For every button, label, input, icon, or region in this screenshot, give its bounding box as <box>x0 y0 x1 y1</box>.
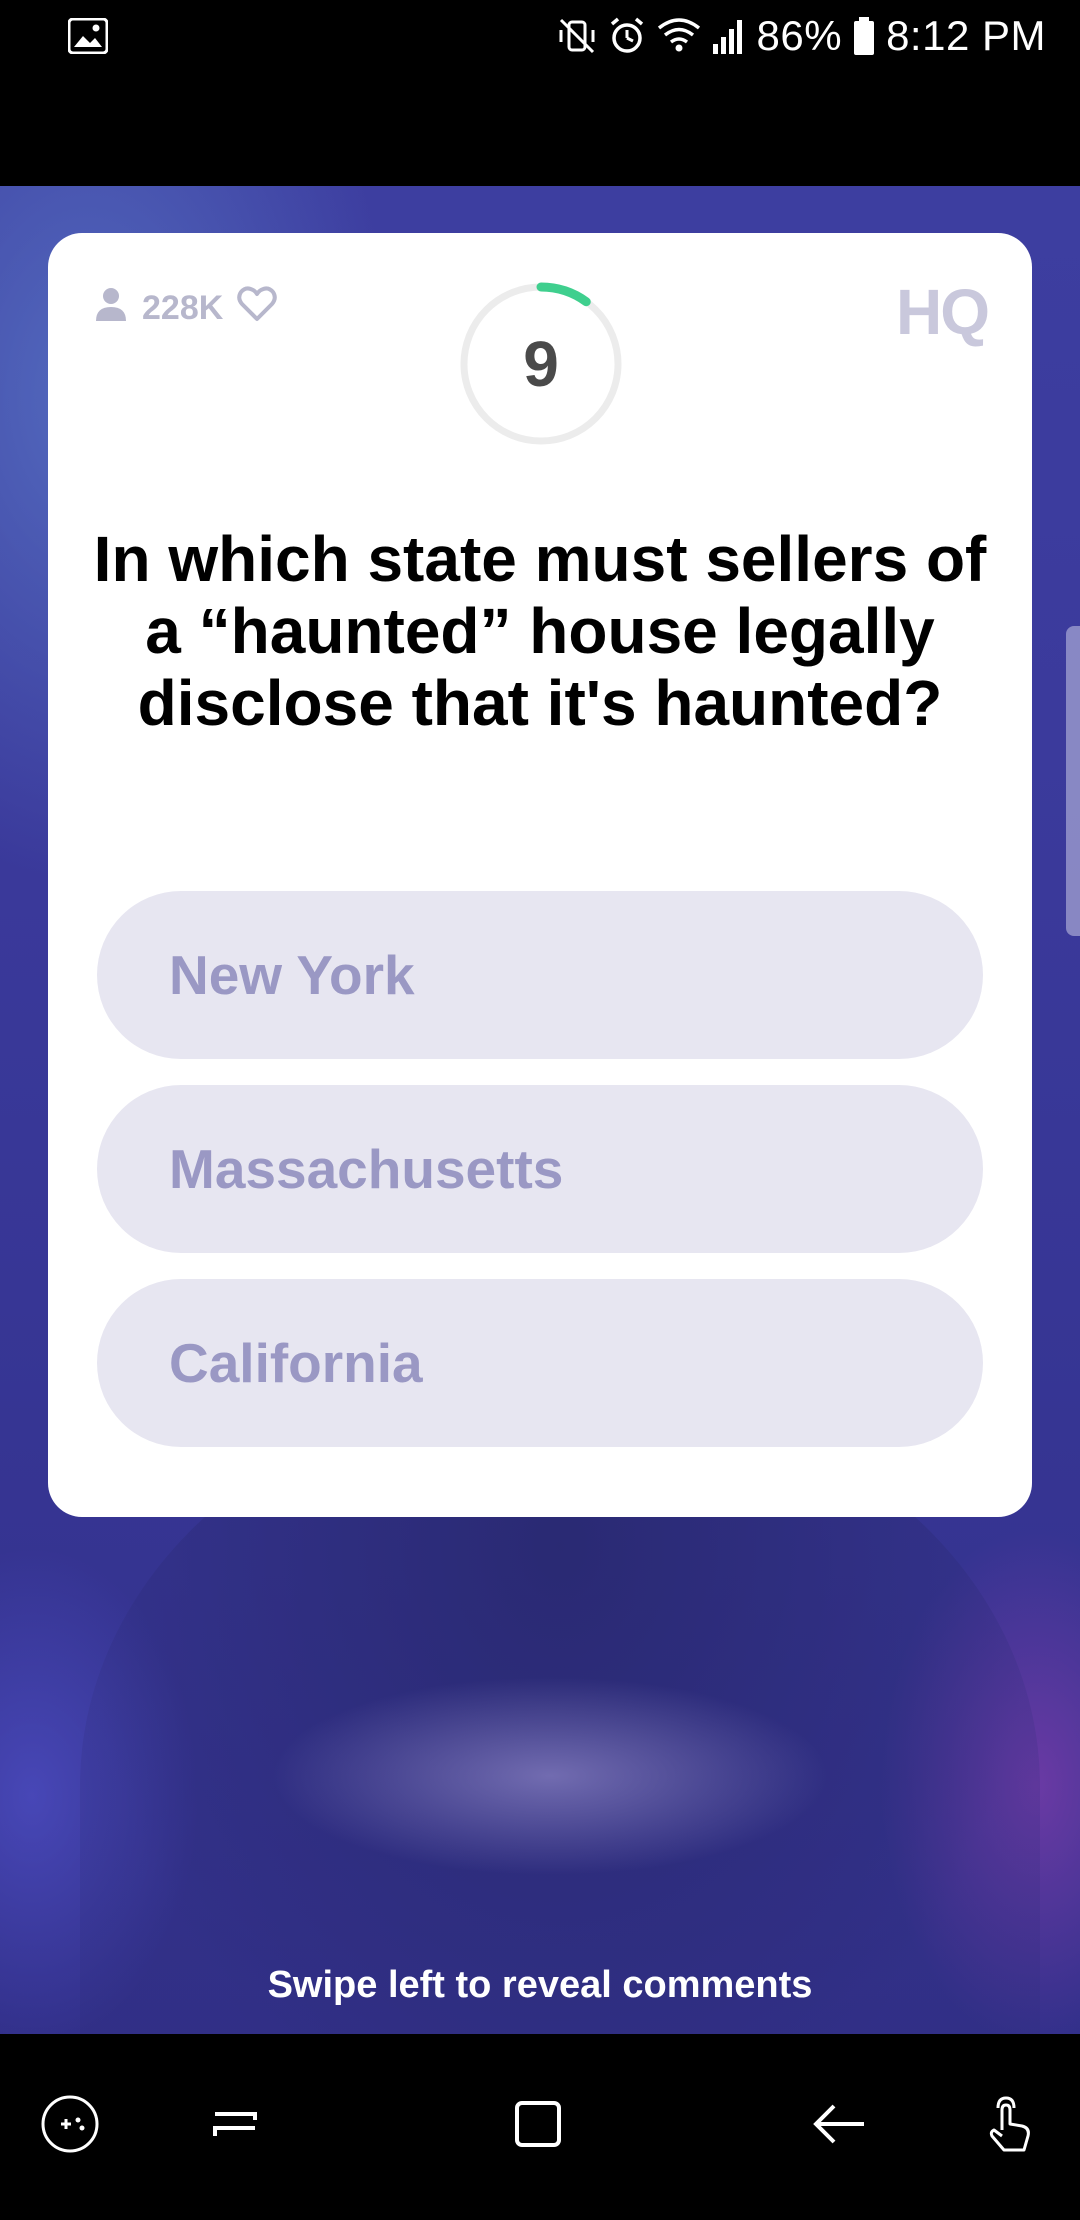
host-hands <box>270 1676 830 1876</box>
screen: 86% 8:12 PM 228K 9 HQ In which state mus… <box>0 0 1080 2220</box>
answer-list: New York Massachusetts California <box>97 891 983 1473</box>
vibrate-mute-icon <box>557 16 597 56</box>
answer-option-1[interactable]: New York <box>97 891 983 1059</box>
game-tools-icon[interactable] <box>30 2084 110 2164</box>
answer-option-3[interactable]: California <box>97 1279 983 1447</box>
touch-gesture-icon[interactable] <box>968 2084 1048 2164</box>
navigation-bar <box>0 2034 1080 2220</box>
question-card: 228K 9 HQ In which state must sellers of… <box>48 233 1032 1517</box>
question-text: In which state must sellers of a “haunte… <box>93 523 987 739</box>
back-icon[interactable] <box>800 2084 880 2164</box>
person-icon <box>94 285 128 332</box>
swipe-hint: Swipe left to reveal comments <box>267 1964 813 2006</box>
wifi-icon <box>657 16 701 56</box>
battery-icon <box>852 16 876 56</box>
clock-time: 8:12 PM <box>886 12 1046 59</box>
viewer-count: 228K <box>94 285 278 332</box>
battery-percent: 86% <box>756 12 843 59</box>
answer-option-2[interactable]: Massachusetts <box>97 1085 983 1253</box>
status-bar: 86% 8:12 PM <box>0 0 1080 72</box>
timer-value: 9 <box>523 328 559 400</box>
countdown-timer: 9 <box>458 281 624 447</box>
signal-icon <box>711 16 747 56</box>
status-icons: 86% 8:12 PM <box>557 8 1046 64</box>
recent-apps-icon[interactable] <box>195 2084 275 2164</box>
video-stage[interactable]: 228K 9 HQ In which state must sellers of… <box>0 186 1080 2034</box>
alarm-icon <box>607 16 647 56</box>
viewer-count-value: 228K <box>142 289 224 327</box>
image-icon <box>67 17 109 55</box>
comments-drawer-handle[interactable] <box>1066 626 1080 936</box>
hq-logo: HQ <box>896 276 990 348</box>
heart-icon[interactable] <box>237 286 278 331</box>
home-icon[interactable] <box>498 2084 578 2164</box>
